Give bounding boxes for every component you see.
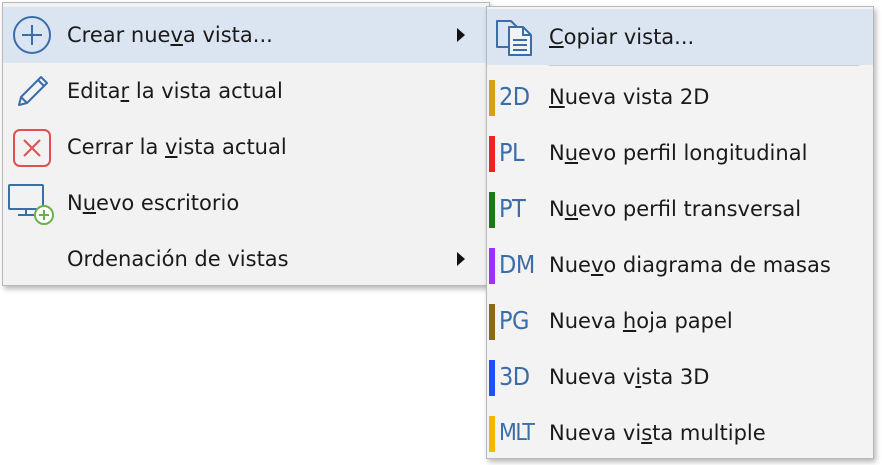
menu-item-create-view[interactable]: Crear nueva vista... [3, 7, 489, 63]
menu-item-close-view[interactable]: Cerrar la vista actual [3, 119, 489, 175]
view-type-code: PG [499, 306, 530, 335]
menu-item-label: Ordenación de vistas [67, 247, 289, 271]
menu-item-new-transversal-profile[interactable]: PT Nuevo perfil transversal [487, 181, 873, 237]
menu-item-new-paper-sheet[interactable]: PG Nueva hoja papel [487, 293, 873, 349]
context-menu: Crear nueva vista... Editar la vista act… [2, 2, 490, 286]
color-bar [489, 248, 495, 284]
menu-item-label: Nueva vista 3D [549, 365, 710, 389]
color-bar [489, 416, 495, 452]
view-type-code: PL [499, 138, 525, 167]
monitor-add-icon [8, 184, 54, 225]
color-bar [489, 136, 495, 172]
menu-item-label: Nuevo perfil transversal [549, 197, 802, 221]
menu-item-label: Crear nueva vista... [67, 23, 273, 47]
menu-item-new-multiple-view[interactable]: MLT Nueva vista multiple [487, 405, 873, 461]
menu-item-label: Nueva vista multiple [549, 421, 766, 445]
submenu-arrow-icon [457, 28, 465, 42]
color-bar [489, 80, 495, 116]
menu-item-edit-view[interactable]: Editar la vista actual [3, 63, 489, 119]
copy-document-icon [496, 20, 532, 56]
menu-item-label: Cerrar la vista actual [67, 135, 287, 159]
view-type-code: 3D [499, 362, 530, 391]
close-box-icon [13, 129, 51, 167]
submenu-arrow-icon [457, 252, 465, 266]
menu-item-new-mass-diagram[interactable]: DM Nuevo diagrama de masas [487, 237, 873, 293]
menu-item-new-longitudinal-profile[interactable]: PL Nuevo perfil longitudinal [487, 125, 873, 181]
pencil-icon [18, 76, 48, 106]
menu-item-label: Nuevo perfil longitudinal [549, 141, 808, 165]
menu-item-label: Nueva hoja papel [549, 309, 733, 333]
menu-item-copy-view[interactable]: Copiar vista... [487, 9, 873, 65]
menu-item-label: Nueva vista 2D [549, 85, 710, 109]
menu-item-label: Nuevo escritorio [67, 191, 240, 215]
view-type-code: 2D [499, 82, 530, 111]
menu-item-label: Copiar vista... [549, 25, 695, 49]
view-type-code: DM [499, 250, 535, 279]
view-type-code: MLT [499, 420, 535, 446]
menu-separator [549, 65, 859, 66]
add-circle-icon [13, 16, 51, 54]
menu-item-label: Nuevo diagrama de masas [549, 253, 831, 277]
create-view-submenu: Copiar vista... 2D Nueva vista 2D PL Nue… [486, 6, 874, 459]
color-bar [489, 192, 495, 228]
menu-item-new-2d-view[interactable]: 2D Nueva vista 2D [487, 69, 873, 125]
menu-item-view-ordering[interactable]: Ordenación de vistas [3, 231, 489, 287]
color-bar [489, 360, 495, 396]
color-bar [489, 304, 495, 340]
view-type-code: PT [499, 194, 526, 223]
menu-item-new-desktop[interactable]: Nuevo escritorio [3, 175, 489, 231]
menu-item-new-3d-view[interactable]: 3D Nueva vista 3D [487, 349, 873, 405]
menu-item-label: Editar la vista actual [67, 79, 283, 103]
